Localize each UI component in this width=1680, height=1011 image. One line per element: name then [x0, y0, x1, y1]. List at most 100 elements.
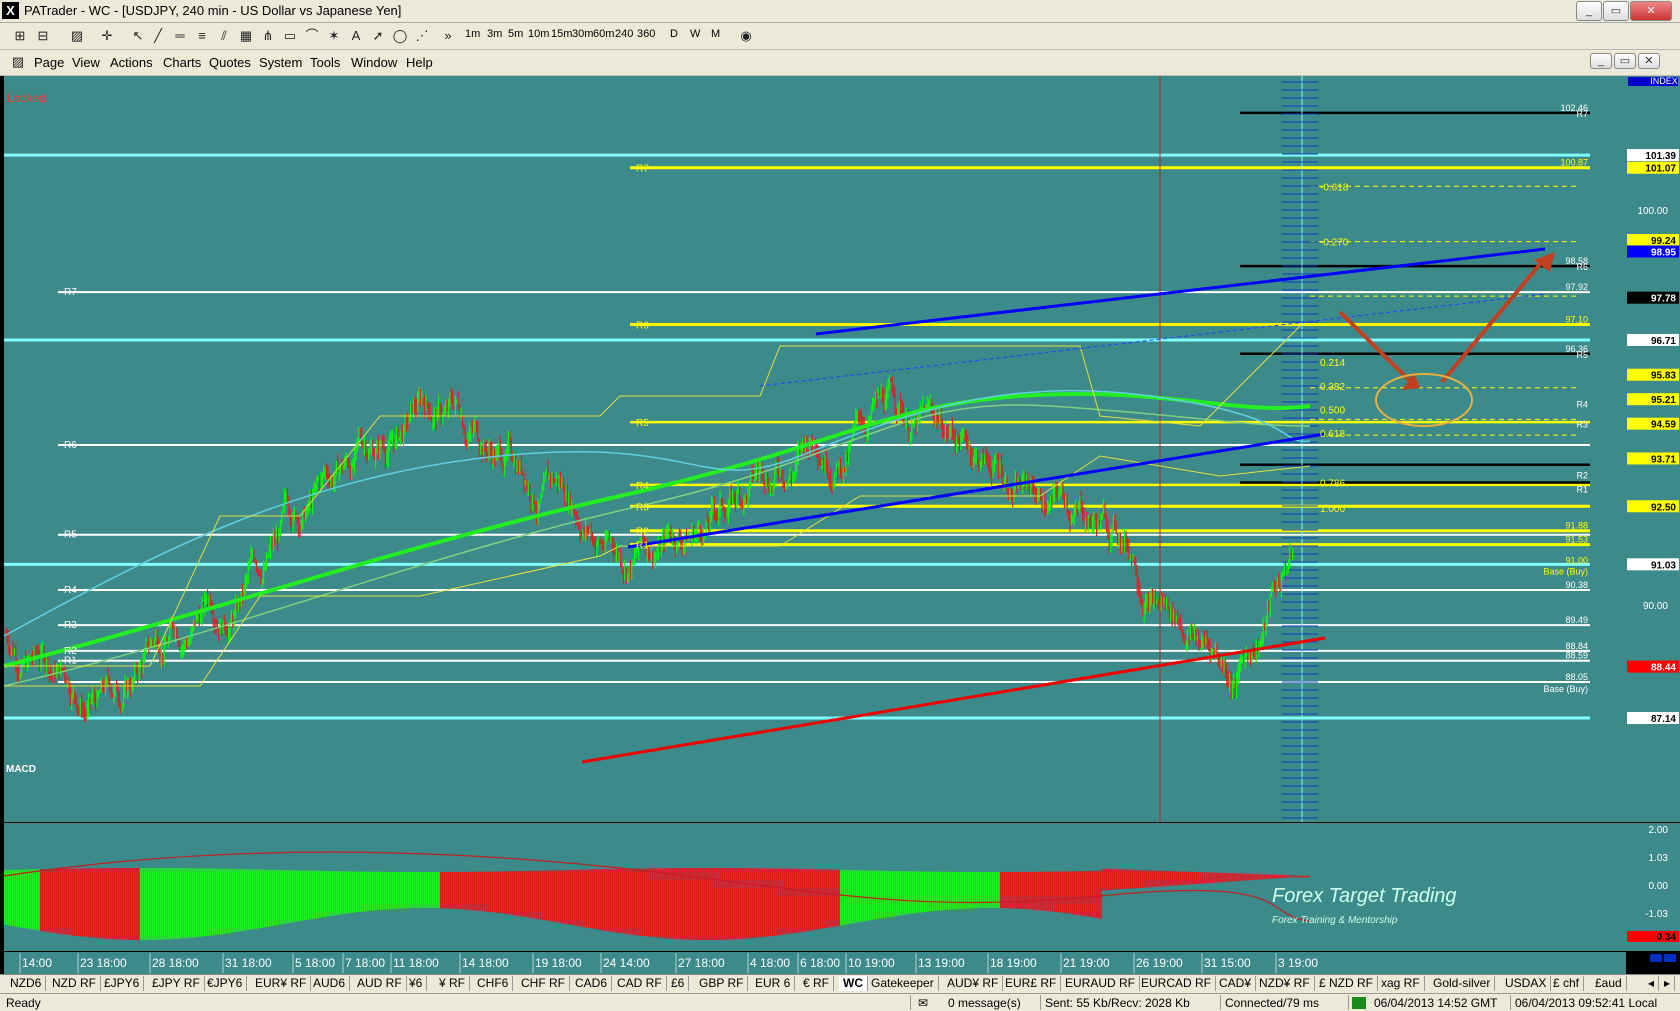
- menu-charts[interactable]: Charts: [163, 55, 201, 70]
- grid-tool-icon[interactable]: ▦: [236, 27, 256, 45]
- new-chart-icon[interactable]: ⊞: [10, 27, 30, 45]
- symbol-tab[interactable]: CAD6: [571, 976, 613, 991]
- chart-area[interactable]: R7 R6 R5 R4 R3 R2 R1 R7 R6 R5 R4 R3 R2 R1 R7 R6 R5 R4 R3 R2…: [0, 76, 1680, 974]
- macd-bar: [956, 871, 958, 910]
- macd-bar: [944, 871, 946, 911]
- period-daily[interactable]: D: [670, 28, 678, 40]
- tab-scroll-left-icon[interactable]: ◂: [1644, 976, 1660, 991]
- child-close-button[interactable]: ✕: [1638, 53, 1660, 69]
- tab-scroll-right-icon[interactable]: ▸: [1660, 976, 1676, 991]
- macd-bar: [586, 869, 588, 928]
- arrow-tool-icon[interactable]: ➚: [368, 27, 388, 45]
- menu-window[interactable]: Window: [351, 55, 397, 70]
- macd-bar: [404, 871, 406, 909]
- macd-bar: [126, 868, 128, 940]
- symbol-tab[interactable]: NZD RF: [48, 976, 101, 991]
- menu-quotes[interactable]: Quotes: [209, 55, 251, 70]
- close-button[interactable]: ✕: [1630, 1, 1672, 21]
- ellipse-tool-icon[interactable]: ◯: [390, 27, 410, 45]
- tf-1m[interactable]: 1m: [465, 28, 480, 40]
- symbol-tab[interactable]: £JPY6: [100, 976, 145, 991]
- macd-bar: [530, 870, 532, 918]
- symbol-tab[interactable]: EUR 6: [751, 976, 796, 991]
- gann-tool-icon[interactable]: ✶: [324, 27, 344, 45]
- speed-tool-icon[interactable]: ⋰: [412, 27, 432, 45]
- fib-tool-icon[interactable]: ≡: [192, 27, 212, 45]
- open-icon[interactable]: ⊟: [33, 27, 53, 45]
- box-tool-icon[interactable]: ▭: [280, 27, 300, 45]
- symbol-tab[interactable]: NZD6: [6, 976, 47, 991]
- symbol-tab[interactable]: ¥ RF: [435, 976, 471, 991]
- symbol-tab[interactable]: EUR¥ RF: [251, 976, 312, 991]
- symbol-tab[interactable]: EURAUD RF: [1061, 976, 1141, 991]
- symbol-tab[interactable]: AUD6: [309, 976, 351, 991]
- symbol-tab[interactable]: EUR£ RF: [1001, 976, 1062, 991]
- tf-30m[interactable]: 30m: [572, 28, 593, 40]
- symbol-tab[interactable]: WC: [839, 976, 868, 991]
- macd-bar: [106, 868, 108, 939]
- macd-bar: [118, 868, 120, 940]
- menu-view[interactable]: View: [72, 55, 100, 70]
- period-weekly[interactable]: W: [690, 28, 700, 40]
- menu-tools[interactable]: Tools: [310, 55, 340, 70]
- price-chart[interactable]: R7R6R5R4R3R2R1R7R6R5R4R3R2R1R7R6R5R4R3R2…: [0, 76, 1680, 974]
- text-tool-icon[interactable]: A: [346, 27, 366, 45]
- symbol-tab[interactable]: NZD¥ RF: [1255, 976, 1315, 991]
- hline-tool-icon[interactable]: ═: [170, 27, 190, 45]
- menu-page[interactable]: Page: [34, 55, 64, 70]
- symbol-tab[interactable]: CAD RF: [613, 976, 667, 991]
- symbol-tab[interactable]: EURCAD RF: [1137, 976, 1217, 991]
- tf-10m[interactable]: 10m: [528, 28, 549, 40]
- tf-3m[interactable]: 3m: [487, 28, 502, 40]
- symbol-tab[interactable]: £ chf: [1549, 976, 1585, 991]
- macd-bar: [302, 870, 304, 921]
- macd-bar: [82, 868, 84, 937]
- tf-5m[interactable]: 5m: [508, 28, 523, 40]
- symbol-tab[interactable]: € RF: [799, 976, 835, 991]
- macd-bar: [1156, 870, 1158, 887]
- menu-actions[interactable]: Actions: [110, 55, 153, 70]
- symbol-tab[interactable]: AUD¥ RF: [943, 976, 1004, 991]
- symbol-tab[interactable]: £JPY RF: [148, 976, 205, 991]
- arc-tool-icon[interactable]: ⌒: [302, 27, 322, 45]
- menu-system[interactable]: System: [259, 55, 302, 70]
- symbol-tab[interactable]: GBP RF: [695, 976, 749, 991]
- maximize-button[interactable]: ▭: [1603, 1, 1629, 21]
- symbol-tab[interactable]: €JPY6: [203, 976, 248, 991]
- symbol-tab[interactable]: CHF6: [473, 976, 514, 991]
- symbol-tab[interactable]: AUD RF: [353, 976, 407, 991]
- symbol-tab[interactable]: CHF RF: [517, 976, 570, 991]
- period-monthly[interactable]: M: [711, 28, 720, 40]
- symbol-tab[interactable]: Gatekeeper: [867, 976, 939, 991]
- price-tag-label: 101.07: [1645, 164, 1676, 175]
- macd-bar: [326, 870, 328, 917]
- symbol-tab[interactable]: £aud: [1591, 976, 1627, 991]
- pitchfork-tool-icon[interactable]: ⋔: [258, 27, 278, 45]
- time-label: 14:00: [22, 956, 52, 970]
- symbol-tab[interactable]: ¥6: [405, 976, 428, 991]
- symbol-tab[interactable]: CAD¥: [1215, 976, 1257, 991]
- symbol-tab[interactable]: £ NZD RF: [1315, 976, 1378, 991]
- channel-tool-icon[interactable]: ⫽: [214, 27, 234, 45]
- symbol-tab[interactable]: £6: [667, 976, 690, 991]
- more-tools-icon[interactable]: »: [438, 27, 458, 45]
- tf-240[interactable]: 240: [615, 28, 633, 40]
- tf-60m[interactable]: 60m: [593, 28, 614, 40]
- clock-icon[interactable]: ◉: [736, 27, 756, 45]
- child-minimize-button[interactable]: _: [1590, 53, 1612, 69]
- tf-360[interactable]: 360: [637, 28, 655, 40]
- tf-15m[interactable]: 15m: [551, 28, 572, 40]
- line-tool-icon[interactable]: ╱: [148, 27, 168, 45]
- child-restore-button[interactable]: ▭: [1614, 53, 1636, 69]
- symbol-tab[interactable]: USDAX: [1501, 976, 1552, 991]
- message-icon[interactable]: ✉: [918, 996, 928, 1010]
- crosshair-icon[interactable]: ✛: [97, 27, 117, 45]
- symbol-tab[interactable]: xag RF: [1377, 976, 1425, 991]
- symbol-tab[interactable]: Gold-silver: [1429, 976, 1496, 991]
- chart-icon[interactable]: ▨: [67, 27, 87, 45]
- pointer-icon[interactable]: ↖: [128, 27, 148, 45]
- menu-help[interactable]: Help: [406, 55, 433, 70]
- macd-bar: [656, 868, 658, 938]
- macd-bar: [888, 870, 890, 918]
- minimize-button[interactable]: _: [1576, 1, 1602, 21]
